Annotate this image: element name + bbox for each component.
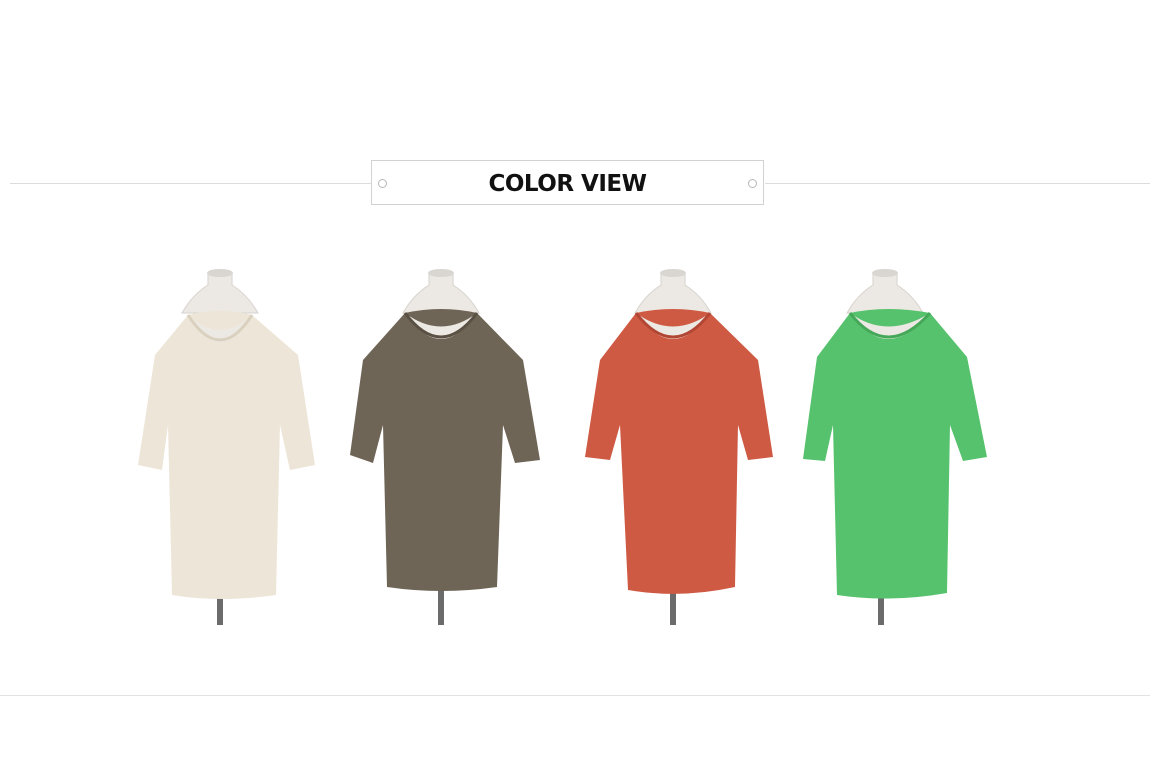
tshirt-on-mannequin (803, 269, 987, 625)
product-image-4 (795, 265, 995, 630)
tshirt-on-mannequin (585, 269, 773, 625)
product-image-2 (345, 265, 545, 630)
left-divider-line (10, 183, 372, 184)
product-image-3 (580, 265, 780, 630)
section-title-box: COLOR VIEW (371, 160, 764, 205)
bottom-divider-line (0, 695, 1150, 696)
tshirt-on-mannequin (138, 269, 315, 625)
tshirt-on-mannequin (350, 269, 540, 625)
circle-ornament-icon (748, 179, 757, 188)
right-divider-line (765, 183, 1150, 184)
section-title: COLOR VIEW (488, 171, 647, 197)
product-image-1 (130, 265, 330, 630)
